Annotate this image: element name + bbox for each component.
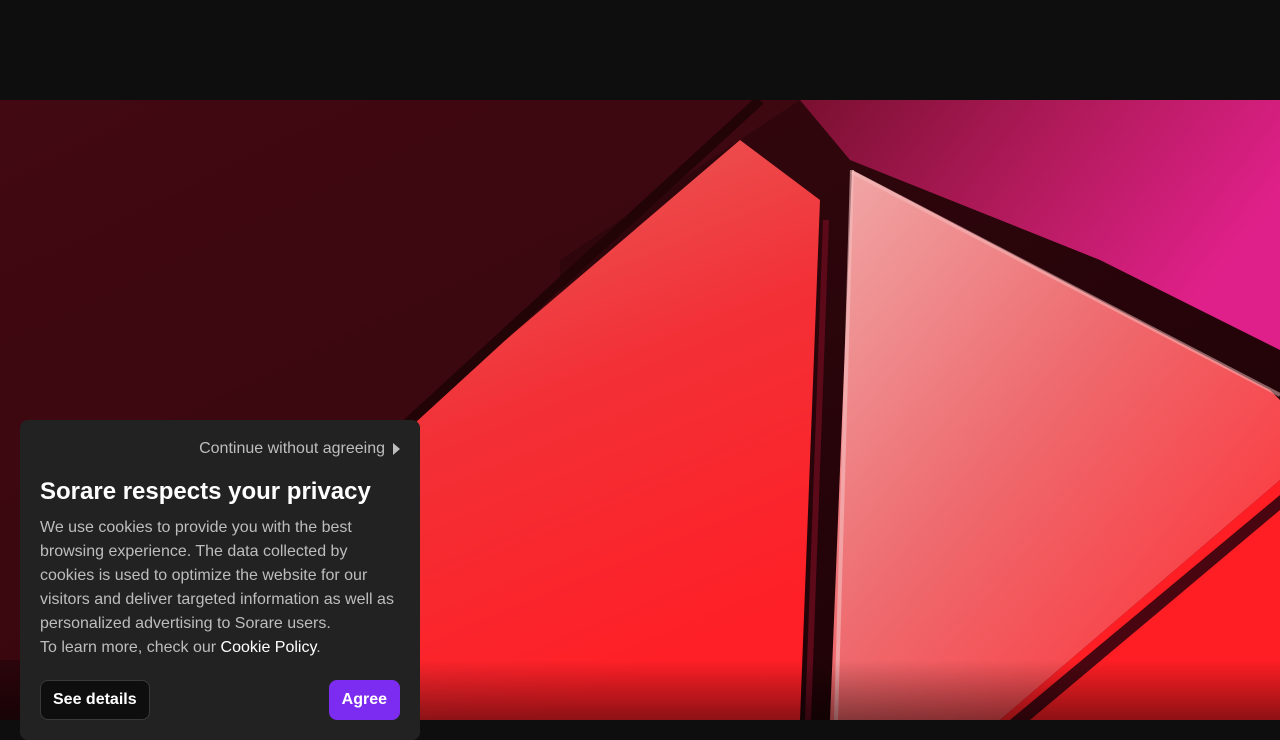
cookie-panel-body: We use cookies to provide you with the b… — [40, 516, 402, 660]
continue-without-agreeing-label[interactable]: Continue without agreeing — [199, 440, 385, 458]
agree-button[interactable]: Agree — [328, 680, 400, 720]
cookie-panel-title: Sorare respects your privacy — [40, 478, 371, 505]
caret-right-icon — [393, 443, 400, 455]
cookie-consent-panel: Continue without agreeing Sorare respect… — [20, 420, 420, 740]
top-navigation-bar — [0, 0, 1280, 100]
see-details-button[interactable]: See details — [40, 680, 150, 720]
learn-more-prefix: To learn more, check our — [40, 639, 221, 656]
learn-more-suffix: . — [316, 639, 321, 656]
cookie-panel-description: We use cookies to provide you with the b… — [40, 519, 394, 632]
continue-without-agreeing-link[interactable]: Continue without agreeing — [199, 440, 400, 458]
cookie-policy-link[interactable]: Cookie Policy — [221, 639, 317, 656]
